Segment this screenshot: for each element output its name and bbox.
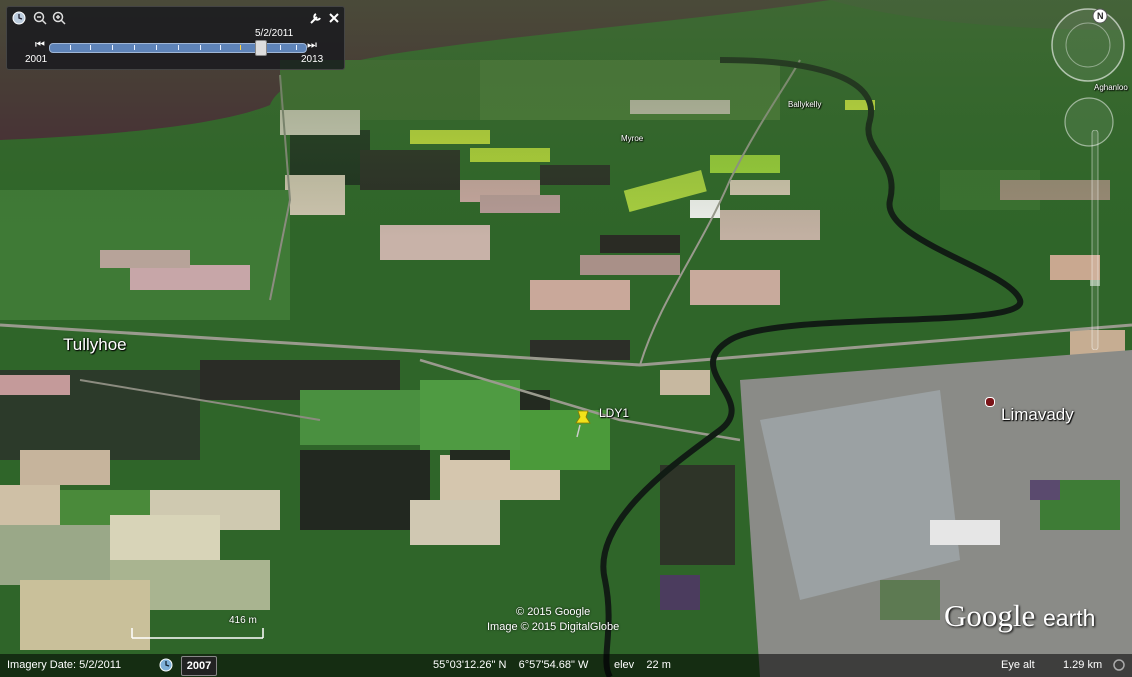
look-joystick-icon[interactable] bbox=[1062, 95, 1116, 149]
imagery-date: Imagery Date: 5/2/2011 bbox=[7, 659, 122, 671]
compass-icon[interactable]: N bbox=[1050, 7, 1126, 83]
streaming-indicator-icon bbox=[1113, 659, 1125, 671]
elevation: elev 22 m bbox=[614, 659, 671, 671]
eye-alt-value: 1.29 km bbox=[1063, 659, 1103, 671]
attribution: © 2015 Google Image © 2015 DigitalGlobe bbox=[487, 605, 619, 635]
timeline-start-year: 2001 bbox=[25, 54, 48, 65]
placemark-label[interactable]: LDY1 bbox=[599, 406, 629, 420]
clock-icon[interactable] bbox=[159, 658, 173, 672]
svg-text:N: N bbox=[1097, 11, 1104, 21]
timeline-tick bbox=[280, 45, 281, 50]
google-earth-logo: Google earth bbox=[944, 598, 1095, 634]
place-dot-limavady bbox=[985, 397, 995, 407]
timeline-tick bbox=[220, 45, 221, 50]
timeline-tick bbox=[70, 45, 71, 50]
place-label-limavady[interactable]: Limavady bbox=[1001, 405, 1074, 425]
scale-label: 416 m bbox=[229, 615, 257, 626]
clock-icon[interactable] bbox=[12, 11, 26, 25]
timeline-tick bbox=[178, 45, 179, 50]
place-label-aghanloo[interactable]: Aghanloo bbox=[1094, 83, 1128, 92]
timeline-slider[interactable] bbox=[49, 40, 307, 56]
timeline-tick bbox=[134, 45, 135, 50]
place-label-myroe[interactable]: Myroe bbox=[621, 134, 643, 143]
timeline-slider-thumb[interactable] bbox=[255, 40, 267, 56]
logo-earth: earth bbox=[1043, 605, 1096, 631]
zoom-in-icon[interactable] bbox=[52, 11, 66, 25]
place-label-tullyhoe[interactable]: Tullyhoe bbox=[63, 335, 127, 355]
timeline-previous-button[interactable]: ⏮ bbox=[35, 39, 45, 52]
status-bar: Imagery Date: 5/2/2011 2007 55°03'12.26"… bbox=[0, 654, 1132, 677]
zoom-slider[interactable] bbox=[1090, 130, 1100, 350]
wrench-icon[interactable] bbox=[309, 11, 323, 25]
zoom-out-icon[interactable] bbox=[33, 11, 47, 25]
close-icon[interactable] bbox=[327, 11, 341, 25]
timeline-tick bbox=[296, 45, 297, 50]
historical-year-button[interactable]: 2007 bbox=[181, 656, 217, 676]
pushpin-icon[interactable] bbox=[574, 407, 594, 439]
timeline-tick bbox=[240, 45, 241, 50]
eye-alt-label: Eye alt bbox=[1001, 659, 1035, 671]
historical-imagery-panel: 5/2/2011 ⏮ ⏭ 2001 2013 bbox=[6, 6, 345, 70]
timeline-tick bbox=[200, 45, 201, 50]
timeline-tick bbox=[90, 45, 91, 50]
timeline-end-year: 2013 bbox=[301, 54, 324, 65]
timeline-tick bbox=[112, 45, 113, 50]
logo-google: Google bbox=[944, 598, 1036, 633]
place-label-ballykelly[interactable]: Ballykelly bbox=[788, 100, 821, 109]
attribution-line-2: Image © 2015 DigitalGlobe bbox=[487, 621, 620, 633]
map-view[interactable] bbox=[0, 0, 1132, 677]
timeline-date: 5/2/2011 bbox=[255, 28, 294, 39]
timeline-tick bbox=[156, 45, 157, 50]
timeline-next-button[interactable]: ⏭ bbox=[307, 39, 317, 52]
coordinates: 55°03'12.26" N 6°57'54.68" W bbox=[433, 659, 589, 671]
attribution-line-1: © 2015 Google bbox=[516, 606, 591, 618]
